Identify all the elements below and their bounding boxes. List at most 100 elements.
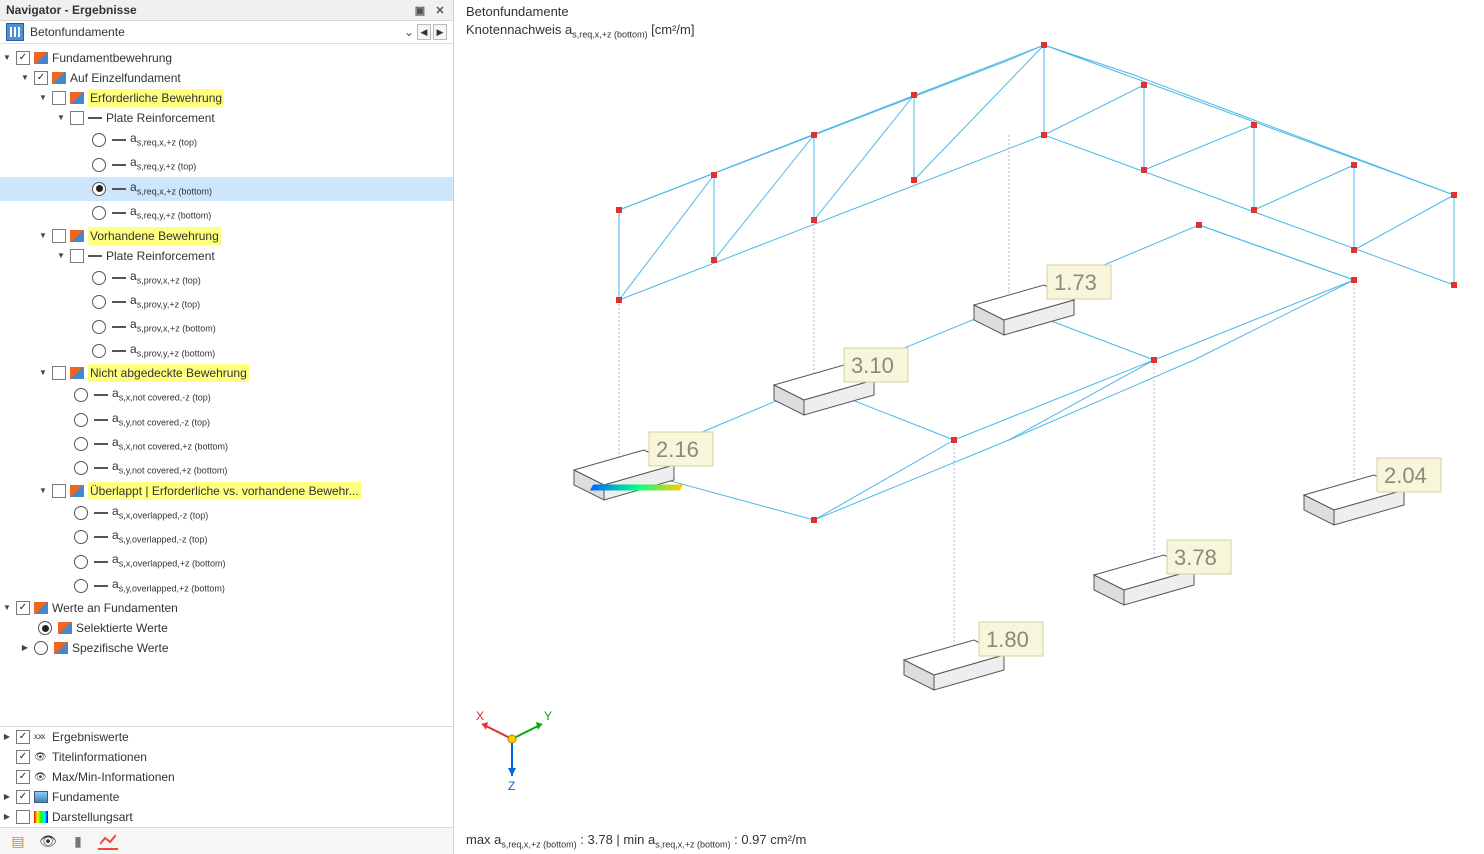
checkbox[interactable] <box>52 229 66 243</box>
checkbox[interactable] <box>16 790 30 804</box>
expand-icon[interactable] <box>54 111 68 125</box>
tree-option-req-y-bottom[interactable]: as,req,y,+z (bottom) <box>0 201 453 225</box>
radio[interactable] <box>92 158 106 172</box>
checkbox[interactable] <box>52 484 66 498</box>
tree-node-ueberlappt[interactable]: Überlappt | Erforderliche vs. vorhandene… <box>0 481 453 501</box>
line-icon <box>112 345 126 357</box>
tree-option-req-y-top[interactable]: as,req,y,+z (top) <box>0 152 453 176</box>
checkbox[interactable] <box>70 249 84 263</box>
tree-option-nc-y-pos-bot[interactable]: as,y,not covered,+z (bottom) <box>0 456 453 480</box>
line-icon <box>112 207 126 219</box>
tree-node-maxmin[interactable]: Max/Min-Informationen <box>0 767 453 787</box>
expand-icon[interactable] <box>0 810 14 824</box>
radio[interactable] <box>74 530 88 544</box>
tab-project-icon[interactable]: ▤ <box>8 832 28 850</box>
tree-node-ergebniswerte[interactable]: x.xx Ergebniswerte <box>0 727 453 747</box>
checkbox[interactable] <box>16 730 30 744</box>
tree-option-ov-y-pos-bot[interactable]: as,y,overlapped,+z (bottom) <box>0 574 453 598</box>
tree-option-prov-x-top[interactable]: as,prov,x,+z (top) <box>0 266 453 290</box>
radio[interactable] <box>92 320 106 334</box>
checkbox[interactable] <box>16 770 30 784</box>
tree-option-prov-y-bottom[interactable]: as,prov,y,+z (bottom) <box>0 339 453 363</box>
expand-icon[interactable] <box>36 229 50 243</box>
tree-node-plate-reinforcement-2[interactable]: Plate Reinforcement <box>0 246 453 266</box>
checkbox[interactable] <box>16 750 30 764</box>
close-icon[interactable]: ✕ <box>433 3 447 17</box>
model-canvas[interactable]: 2.16 3.10 1.73 <box>454 0 1484 854</box>
radio[interactable] <box>74 555 88 569</box>
tree-option-selektierte-werte[interactable]: Selektierte Werte <box>0 618 453 638</box>
category-icon <box>70 230 84 242</box>
expand-icon[interactable] <box>0 790 14 804</box>
category-icon <box>34 52 48 64</box>
checkbox[interactable] <box>16 601 30 615</box>
radio[interactable] <box>74 388 88 402</box>
display-options: x.xx Ergebniswerte Titelinformationen Ma… <box>0 726 453 827</box>
tree-option-ov-x-pos-bot[interactable]: as,x,overlapped,+z (bottom) <box>0 549 453 573</box>
line-icon <box>112 296 126 308</box>
tree-node-nicht-abgedeckte[interactable]: Nicht abgedeckte Bewehrung <box>0 363 453 383</box>
tree-node-titelinfo[interactable]: Titelinformationen <box>0 747 453 767</box>
expand-icon[interactable] <box>54 249 68 263</box>
radio[interactable] <box>74 437 88 451</box>
checkbox[interactable] <box>52 91 66 105</box>
radio[interactable] <box>92 271 106 285</box>
svg-text:Z: Z <box>508 779 515 793</box>
tree-option-req-x-bottom[interactable]: as,req,x,+z (bottom) <box>0 177 453 201</box>
radio[interactable] <box>74 579 88 593</box>
checkbox[interactable] <box>16 51 30 65</box>
radio[interactable] <box>92 182 106 196</box>
expand-icon[interactable] <box>18 71 32 85</box>
tree-option-nc-x-neg-top[interactable]: as,x,not covered,-z (top) <box>0 383 453 407</box>
tree-option-req-x-top[interactable]: as,req,x,+z (top) <box>0 128 453 152</box>
expand-icon[interactable] <box>36 366 50 380</box>
line-icon <box>112 321 126 333</box>
radio[interactable] <box>74 506 88 520</box>
tree-node-fundamentbewehrung[interactable]: Fundamentbewehrung <box>0 48 453 68</box>
tree-node-darstellungsart[interactable]: Darstellungsart <box>0 807 453 827</box>
radio[interactable] <box>34 641 48 655</box>
tab-display-icon[interactable]: 👁 <box>38 832 58 850</box>
line-icon <box>94 462 108 474</box>
checkbox[interactable] <box>34 71 48 85</box>
foundation-icon <box>34 791 48 803</box>
radio[interactable] <box>92 295 106 309</box>
tree-node-erforderliche-bewehrung[interactable]: Erforderliche Bewehrung <box>0 88 453 108</box>
radio[interactable] <box>74 413 88 427</box>
tree-node-werte-fundamenten[interactable]: Werte an Fundamenten <box>0 598 453 618</box>
tree-node-plate-reinforcement-1[interactable]: Plate Reinforcement <box>0 108 453 128</box>
tree-option-prov-x-bottom[interactable]: as,prov,x,+z (bottom) <box>0 314 453 338</box>
expand-icon[interactable] <box>0 601 14 615</box>
tab-views-icon[interactable]: ▮ <box>68 832 88 850</box>
radio[interactable] <box>92 206 106 220</box>
module-next-button[interactable]: ▶ <box>433 24 447 40</box>
radio[interactable] <box>92 133 106 147</box>
checkbox[interactable] <box>16 810 30 824</box>
tree-option-prov-y-top[interactable]: as,prov,y,+z (top) <box>0 290 453 314</box>
radio[interactable] <box>38 621 52 635</box>
model-viewport[interactable]: Betonfundamente Knotennachweis as,req,x,… <box>454 0 1484 854</box>
results-tree: Fundamentbewehrung Auf Einzelfundament E… <box>0 44 453 726</box>
expand-icon[interactable] <box>0 51 14 65</box>
checkbox[interactable] <box>70 111 84 125</box>
tree-option-ov-y-neg-top[interactable]: as,y,overlapped,-z (top) <box>0 525 453 549</box>
expand-icon[interactable] <box>36 91 50 105</box>
tree-option-ov-x-neg-top[interactable]: as,x,overlapped,-z (top) <box>0 501 453 525</box>
expand-icon[interactable] <box>0 730 14 744</box>
dock-icon[interactable]: ▣ <box>413 3 427 17</box>
value-label: 3.10 <box>851 353 894 378</box>
tree-option-nc-y-neg-top[interactable]: as,y,not covered,-z (top) <box>0 408 453 432</box>
tree-node-auf-einzelfundament[interactable]: Auf Einzelfundament <box>0 68 453 88</box>
module-dropdown[interactable]: ⌄ <box>401 25 417 39</box>
tab-results-icon[interactable] <box>98 832 118 850</box>
radio[interactable] <box>74 461 88 475</box>
expand-icon[interactable] <box>36 484 50 498</box>
tree-node-fundamente[interactable]: Fundamente <box>0 787 453 807</box>
tree-option-spezifische-werte[interactable]: Spezifische Werte <box>0 638 453 658</box>
module-prev-button[interactable]: ◀ <box>417 24 431 40</box>
radio[interactable] <box>92 344 106 358</box>
checkbox[interactable] <box>52 366 66 380</box>
expand-icon[interactable] <box>18 641 32 655</box>
tree-node-vorhandene-bewehrung[interactable]: Vorhandene Bewehrung <box>0 226 453 246</box>
tree-option-nc-x-pos-bot[interactable]: as,x,not covered,+z (bottom) <box>0 432 453 456</box>
